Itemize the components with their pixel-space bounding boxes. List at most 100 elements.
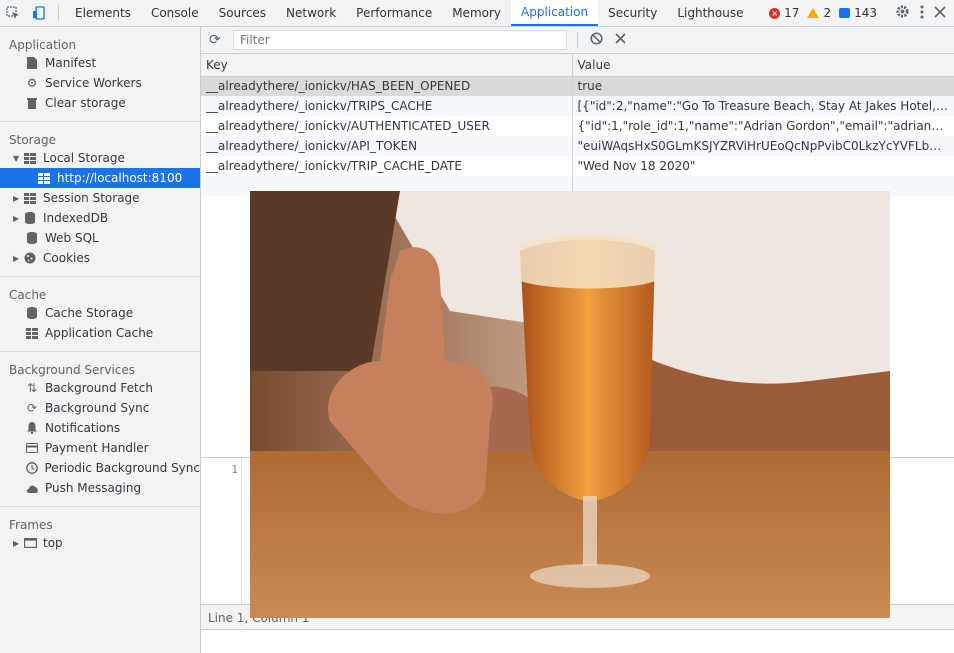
sidebar-item-label: Background Fetch <box>45 381 153 395</box>
sidebar-item-localhost-8100[interactable]: http://localhost:8100 <box>0 168 200 188</box>
sidebar-item-manifest[interactable]: Manifest <box>0 53 200 73</box>
grid-table-icon <box>23 151 37 165</box>
row-value[interactable]: true <box>572 76 954 96</box>
row-value[interactable]: [{"id":2,"name":"Go To Treasure Beach, S… <box>572 96 954 116</box>
column-header-value[interactable]: Value <box>572 54 954 77</box>
up-down-arrows-icon: ⇅ <box>26 381 38 395</box>
row-key[interactable]: __alreadythere/_ionickv/AUTHENTICATED_US… <box>201 116 573 136</box>
refresh-icon[interactable]: ⟳ <box>209 32 225 48</box>
beer-thumbs-up-photo <box>250 191 890 618</box>
table-row[interactable]: __alreadythere/_ionickv/TRIP_CACHE_DATE … <box>201 156 954 176</box>
close-devtools-icon[interactable] <box>934 5 946 21</box>
sidebar-item-label: Manifest <box>45 56 97 70</box>
sidebar-item-label: Application Cache <box>45 326 154 340</box>
row-key[interactable]: __alreadythere/_ionickv/TRIP_CACHE_DATE <box>201 156 573 176</box>
sidebar-item-label: IndexedDB <box>43 211 109 225</box>
warning-count: 2 <box>823 6 832 20</box>
device-toolbar-icon[interactable] <box>26 0 52 26</box>
collapsed-arrow-icon[interactable]: ▶ <box>13 194 23 203</box>
section-title-frames: Frames <box>9 518 53 532</box>
sidebar-item-web-sql[interactable]: Web SQL <box>0 228 200 248</box>
collapsed-arrow-icon[interactable]: ▶ <box>13 254 23 263</box>
sidebar-item-label: Service Workers <box>45 76 142 90</box>
sidebar-item-background-fetch[interactable]: ⇅ Background Fetch <box>0 378 200 398</box>
row-value[interactable]: "euiWAqsHxS0GLmKSJYZRViHrUEoQcNpPvibC0Lk… <box>572 136 954 156</box>
error-icon: × <box>769 7 781 19</box>
tab-network[interactable]: Network <box>276 0 346 26</box>
sidebar-item-local-storage[interactable]: ▼ Local Storage <box>0 148 200 168</box>
tab-memory[interactable]: Memory <box>442 0 511 26</box>
clock-icon <box>25 461 39 475</box>
table-row[interactable]: __alreadythere/_ionickv/TRIPS_CACHE [{"i… <box>201 96 954 116</box>
grid-table-icon <box>37 171 51 185</box>
sidebar-item-periodic-background-sync[interactable]: Periodic Background Sync <box>0 458 200 478</box>
table-row[interactable]: __alreadythere/_ionickv/HAS_BEEN_OPENED … <box>201 76 954 96</box>
bell-icon <box>25 421 39 435</box>
collapsed-arrow-icon[interactable]: ▶ <box>13 214 23 223</box>
sidebar-item-indexeddb[interactable]: ▶ IndexedDB <box>0 208 200 228</box>
line-number: 1 <box>231 463 238 476</box>
column-header-key[interactable]: Key <box>201 54 573 77</box>
expanded-arrow-icon[interactable]: ▼ <box>13 154 23 163</box>
tab-sources[interactable]: Sources <box>209 0 276 26</box>
sidebar-item-payment-handler[interactable]: Payment Handler <box>0 438 200 458</box>
sidebar-item-label: Cookies <box>43 251 90 265</box>
sidebar-item-cache-storage[interactable]: Cache Storage <box>0 303 200 323</box>
filter-input[interactable] <box>233 30 567 50</box>
error-count: 17 <box>784 6 800 20</box>
sidebar-item-label: Background Sync <box>45 401 150 415</box>
settings-gear-icon[interactable] <box>895 4 910 22</box>
section-title-cache: Cache <box>9 288 47 302</box>
tab-security[interactable]: Security <box>598 0 667 26</box>
grid-table-icon <box>25 326 39 340</box>
sidebar-item-label: Local Storage <box>43 151 125 165</box>
database-icon <box>25 231 39 245</box>
frame-window-icon <box>23 536 37 550</box>
row-value[interactable]: {"id":1,"role_id":1,"name":"Adrian Gordo… <box>572 116 954 136</box>
sidebar-item-label: Push Messaging <box>45 481 142 495</box>
row-key[interactable]: __alreadythere/_ionickv/HAS_BEEN_OPENED <box>201 76 573 96</box>
credit-card-icon <box>25 441 39 455</box>
row-key[interactable]: __alreadythere/_ionickv/API_TOKEN <box>201 136 573 156</box>
storage-toolbar: ⟳ <box>201 27 954 54</box>
sidebar-item-label: Clear storage <box>45 96 126 110</box>
sidebar-item-background-sync[interactable]: ⟳ Background Sync <box>0 398 200 418</box>
tab-application[interactable]: Application <box>511 0 599 26</box>
sidebar-item-application-cache[interactable]: Application Cache <box>0 323 200 343</box>
section-title-background-services: Background Services <box>9 363 136 377</box>
collapsed-arrow-icon[interactable]: ▶ <box>13 539 23 548</box>
tab-lighthouse[interactable]: Lighthouse <box>667 0 753 26</box>
message-icon <box>839 8 851 18</box>
trash-icon <box>25 96 39 110</box>
row-key[interactable]: __alreadythere/_ionickv/TRIPS_CACHE <box>201 96 573 116</box>
delete-selected-icon[interactable] <box>612 32 628 48</box>
row-value[interactable]: "Wed Nov 18 2020" <box>572 156 954 176</box>
sidebar-item-service-workers[interactable]: ⚙ Service Workers <box>0 73 200 93</box>
sidebar-item-label: Periodic Background Sync <box>44 461 201 475</box>
tab-console[interactable]: Console <box>141 0 209 26</box>
sidebar-item-frame-top[interactable]: ▶ top <box>0 533 200 553</box>
sidebar-item-cookies[interactable]: ▶ Cookies <box>0 248 200 268</box>
sync-icon: ⟳ <box>26 401 38 415</box>
issue-counters[interactable]: × 17 2 143 <box>769 0 887 26</box>
sidebar-item-clear-storage[interactable]: Clear storage <box>0 93 200 113</box>
sidebar-item-label: Cache Storage <box>45 306 134 320</box>
clear-all-icon[interactable] <box>588 31 604 49</box>
tab-performance[interactable]: Performance <box>346 0 442 26</box>
document-icon <box>25 56 39 70</box>
sidebar-item-label: Payment Handler <box>45 441 149 455</box>
message-count: 143 <box>854 6 877 20</box>
sidebar-item-notifications[interactable]: Notifications <box>0 418 200 438</box>
devtools-tab-bar: Elements Console Sources Network Perform… <box>0 0 954 27</box>
table-row[interactable]: __alreadythere/_ionickv/API_TOKEN "euiWA… <box>201 136 954 156</box>
database-icon <box>23 211 37 225</box>
table-row[interactable]: __alreadythere/_ionickv/AUTHENTICATED_US… <box>201 116 954 136</box>
tab-elements[interactable]: Elements <box>65 0 141 26</box>
inspect-element-icon[interactable] <box>0 0 26 26</box>
sidebar-item-push-messaging[interactable]: Push Messaging <box>0 478 200 498</box>
more-options-icon[interactable] <box>920 5 924 22</box>
sidebar-item-session-storage[interactable]: ▶ Session Storage <box>0 188 200 208</box>
cloud-icon <box>25 481 39 495</box>
sidebar-item-label: top <box>43 536 63 550</box>
cookie-icon <box>23 251 37 265</box>
